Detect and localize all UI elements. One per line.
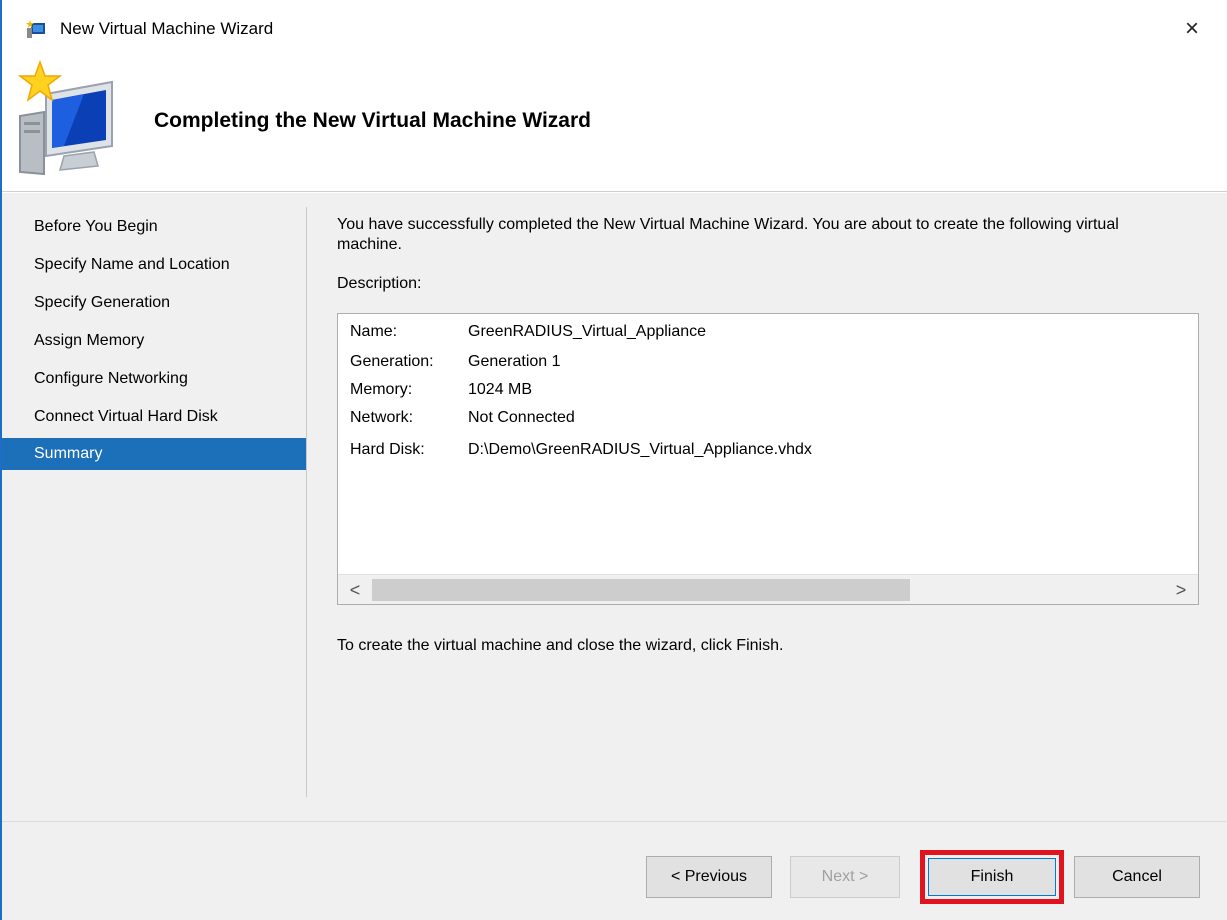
description-row-memory: Memory: 1024 MB	[350, 378, 532, 402]
description-key: Generation:	[350, 353, 434, 370]
cancel-button[interactable]: Cancel	[1074, 856, 1200, 898]
summary-panel: You have successfully completed the New …	[337, 215, 1199, 654]
sidebar-item-specify-name-and-location[interactable]: Specify Name and Location	[2, 246, 306, 284]
close-button[interactable]: ×	[1177, 14, 1207, 44]
previous-button[interactable]: < Previous	[646, 856, 772, 898]
virtual-machine-icon	[17, 60, 113, 176]
description-value: Not Connected	[468, 409, 575, 426]
description-row-hard-disk: Hard Disk: D:\Demo\GreenRADIUS_Virtual_Ap…	[350, 438, 812, 462]
intro-text: You have successfully completed the New …	[337, 216, 1119, 253]
sidebar-item-assign-memory[interactable]: Assign Memory	[2, 322, 306, 360]
description-value: Generation 1	[468, 353, 561, 370]
wizard-header: Completing the New Virtual Machine Wizar…	[2, 56, 1227, 192]
sidebar-item-before-you-begin[interactable]: Before You Begin	[2, 208, 306, 246]
description-key: Network:	[350, 409, 414, 426]
sidebar-divider	[306, 207, 307, 797]
hyperv-app-icon	[26, 20, 45, 38]
description-key: Hard Disk:	[350, 441, 425, 458]
description-row-generation: Generation: Generation 1	[350, 350, 561, 374]
description-value: D:\Demo\GreenRADIUS_Virtual_Appliance.vh…	[468, 441, 812, 458]
wizard-window: New Virtual Machine Wizard × Completing …	[0, 0, 1227, 920]
description-label: Description:	[337, 275, 422, 292]
sidebar-item-summary[interactable]: Summary	[2, 438, 306, 470]
close-icon: ×	[1184, 15, 1199, 42]
wizard-content: Before You Begin Specify Name and Locati…	[2, 193, 1227, 821]
sidebar-item-connect-virtual-hard-disk[interactable]: Connect Virtual Hard Disk	[2, 398, 306, 436]
scroll-right-arrow-icon[interactable]: >	[1166, 575, 1196, 605]
description-row-name: Name: GreenRADIUS_Virtual_Appliance	[350, 320, 706, 344]
description-key: Name:	[350, 323, 398, 340]
scroll-left-arrow-icon[interactable]: <	[340, 575, 370, 605]
description-value: GreenRADIUS_Virtual_Appliance	[468, 323, 707, 340]
description-key: Memory:	[350, 381, 413, 398]
next-button[interactable]: Next >	[790, 856, 900, 898]
wizard-footer: < Previous Next > Finish Cancel	[2, 821, 1227, 920]
sidebar-item-configure-networking[interactable]: Configure Networking	[2, 360, 306, 398]
finish-highlight-frame: Finish	[920, 850, 1064, 904]
title-bar: New Virtual Machine Wizard ×	[2, 0, 1227, 56]
page-title: Completing the New Virtual Machine Wizar…	[154, 109, 591, 132]
window-title: New Virtual Machine Wizard	[60, 19, 274, 38]
description-box[interactable]: Name: GreenRADIUS_Virtual_Appliance Gener…	[337, 313, 1199, 605]
wizard-steps-sidebar: Before You Begin Specify Name and Locati…	[2, 208, 306, 470]
description-value: 1024 MB	[468, 381, 533, 398]
horizontal-scrollbar[interactable]: < >	[338, 574, 1198, 604]
scroll-thumb[interactable]	[372, 579, 910, 601]
description-row-network: Network: Not Connected	[350, 406, 575, 430]
sidebar-item-specify-generation[interactable]: Specify Generation	[2, 284, 306, 322]
finish-button[interactable]: Finish	[928, 858, 1056, 896]
finish-instructions: To create the virtual machine and close …	[337, 637, 784, 654]
